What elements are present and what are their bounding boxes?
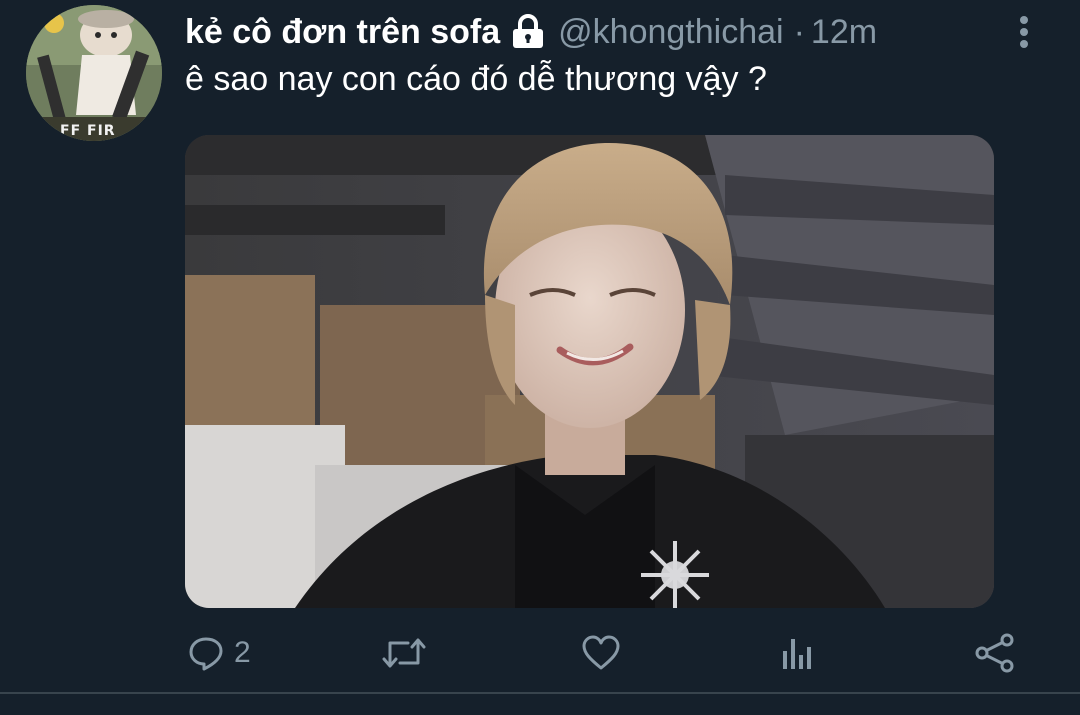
reply-count: 2: [234, 635, 251, 669]
separator-dot: ·: [793, 12, 805, 51]
analytics-button[interactable]: [780, 625, 824, 680]
avatar[interactable]: FF FIR: [26, 5, 162, 141]
avatar-badge-text: FF FIR: [60, 123, 116, 139]
tweet-actions-bar: 2: [0, 625, 1080, 680]
share-icon: [975, 633, 1014, 672]
more-vertical-icon[interactable]: [1010, 12, 1038, 52]
retweet-icon: [382, 638, 426, 667]
reply-button[interactable]: 2: [188, 625, 251, 680]
share-button[interactable]: [975, 625, 1015, 680]
photo: [185, 135, 994, 608]
tweet-text: ê sao nay con cáo đó dễ thương vậy ?: [185, 60, 767, 98]
reply-icon: [189, 637, 223, 670]
tweet-header: kẻ cô đơn trên sofa @khongthichai · 12m: [185, 10, 877, 54]
display-name[interactable]: kẻ cô đơn trên sofa: [185, 13, 500, 52]
retweet-button[interactable]: [382, 625, 436, 680]
timestamp[interactable]: 12m: [811, 13, 877, 52]
analytics-icon: [783, 638, 811, 669]
tweet-media-image[interactable]: [185, 135, 994, 608]
heart-icon: [582, 635, 620, 669]
divider: [0, 692, 1080, 694]
like-button[interactable]: [582, 625, 630, 680]
tweet[interactable]: FF FIR kẻ cô đơn trên sofa @khongthichai…: [0, 0, 1080, 715]
user-handle[interactable]: @khongthichai: [558, 13, 783, 52]
avatar-image: [26, 5, 162, 141]
lock-icon: [510, 14, 546, 50]
